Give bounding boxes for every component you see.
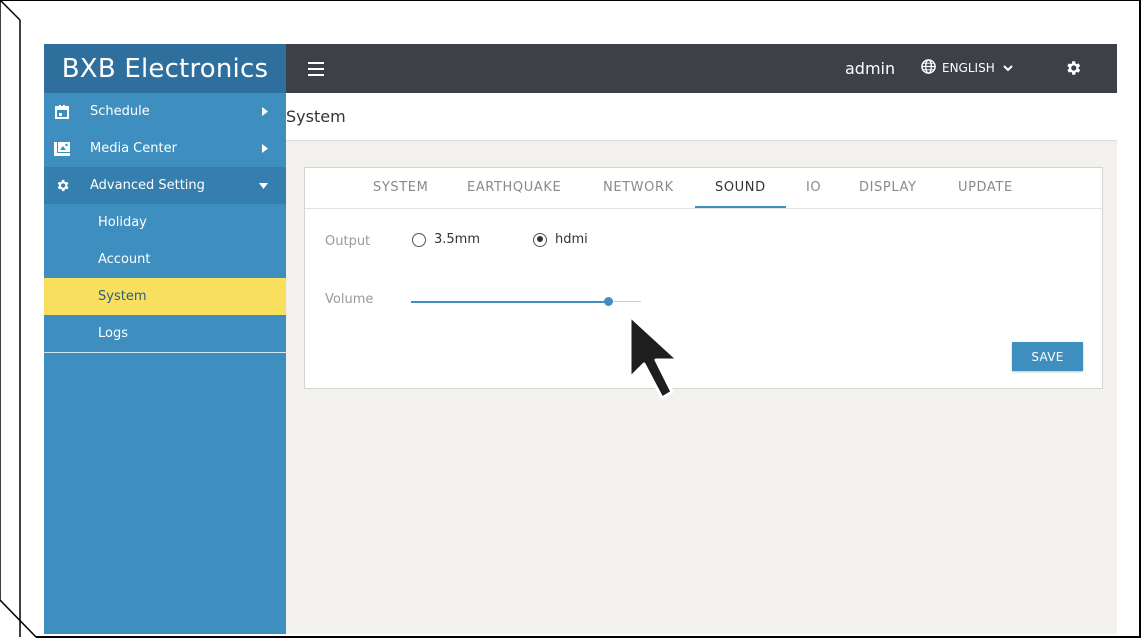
settings-gear-icon[interactable]	[1064, 59, 1082, 82]
caret-right-icon	[262, 93, 268, 130]
sidebar-subitem-holiday[interactable]: Holiday	[44, 204, 286, 241]
photo-library-icon	[52, 139, 72, 159]
tab-network[interactable]: NETWORK	[603, 180, 674, 195]
sidebar-item-label: Media Center	[90, 141, 177, 156]
hamburger-menu-icon[interactable]	[308, 58, 324, 78]
page-title: System	[286, 107, 346, 126]
tab-update[interactable]: UPDATE	[958, 180, 1013, 195]
tab-io[interactable]: IO	[806, 180, 821, 195]
main-content: System SYSTEM EARTHQUAKE NETWORK SOUND I…	[286, 93, 1117, 634]
save-button[interactable]: SAVE	[1012, 342, 1083, 371]
sidebar-subitem-logs[interactable]: Logs	[44, 315, 286, 352]
active-tab-indicator	[695, 206, 786, 208]
sidebar-item-schedule[interactable]: Schedule	[44, 93, 286, 130]
username-label[interactable]: admin	[845, 59, 895, 78]
mouse-cursor-icon	[626, 312, 690, 407]
radio-unchecked-icon	[412, 232, 426, 247]
sidebar-item-label: Schedule	[90, 104, 150, 119]
output-option-label: 3.5mm	[434, 232, 481, 247]
slider-fill	[411, 301, 609, 303]
language-selector[interactable]: ENGLISH	[921, 59, 1013, 77]
sidebar-divider	[44, 352, 286, 353]
output-radio-3-5mm[interactable]: 3.5mm	[412, 232, 480, 247]
gear-icon	[52, 176, 72, 196]
page-header: System	[286, 93, 1117, 141]
top-bar: admin ENGLISH	[286, 44, 1117, 93]
calendar-icon	[52, 102, 72, 122]
radio-checked-icon	[533, 232, 547, 247]
tab-sound[interactable]: SOUND	[715, 180, 766, 195]
sidebar: BXB Electronics Schedule Media Center Ad…	[44, 44, 286, 634]
tab-earthquake[interactable]: EARTHQUAKE	[467, 180, 561, 195]
volume-slider[interactable]	[411, 294, 641, 310]
sidebar-subitem-account[interactable]: Account	[44, 241, 286, 278]
slider-thumb[interactable]	[604, 297, 614, 306]
chevron-down-icon	[1003, 61, 1013, 75]
brand-logo[interactable]: BXB Electronics	[44, 44, 286, 93]
sidebar-subitem-system[interactable]: System	[44, 278, 286, 315]
tab-display[interactable]: DISPLAY	[859, 180, 917, 195]
sidebar-item-media-center[interactable]: Media Center	[44, 130, 286, 167]
sidebar-item-advanced-setting[interactable]: Advanced Setting	[44, 167, 286, 204]
tab-system[interactable]: SYSTEM	[373, 180, 428, 195]
settings-card: SYSTEM EARTHQUAKE NETWORK SOUND IO DISPL…	[304, 167, 1103, 389]
tab-bar: SYSTEM EARTHQUAKE NETWORK SOUND IO DISPL…	[305, 168, 1102, 209]
output-label: Output	[325, 234, 371, 249]
output-radio-hdmi[interactable]: hdmi	[533, 232, 588, 247]
globe-icon	[921, 59, 936, 77]
caret-right-icon	[262, 130, 268, 167]
volume-label: Volume	[325, 292, 374, 307]
sidebar-item-label: Advanced Setting	[90, 178, 205, 193]
language-label: ENGLISH	[942, 61, 995, 75]
caret-down-icon	[259, 167, 268, 204]
output-option-label: hdmi	[555, 232, 588, 247]
